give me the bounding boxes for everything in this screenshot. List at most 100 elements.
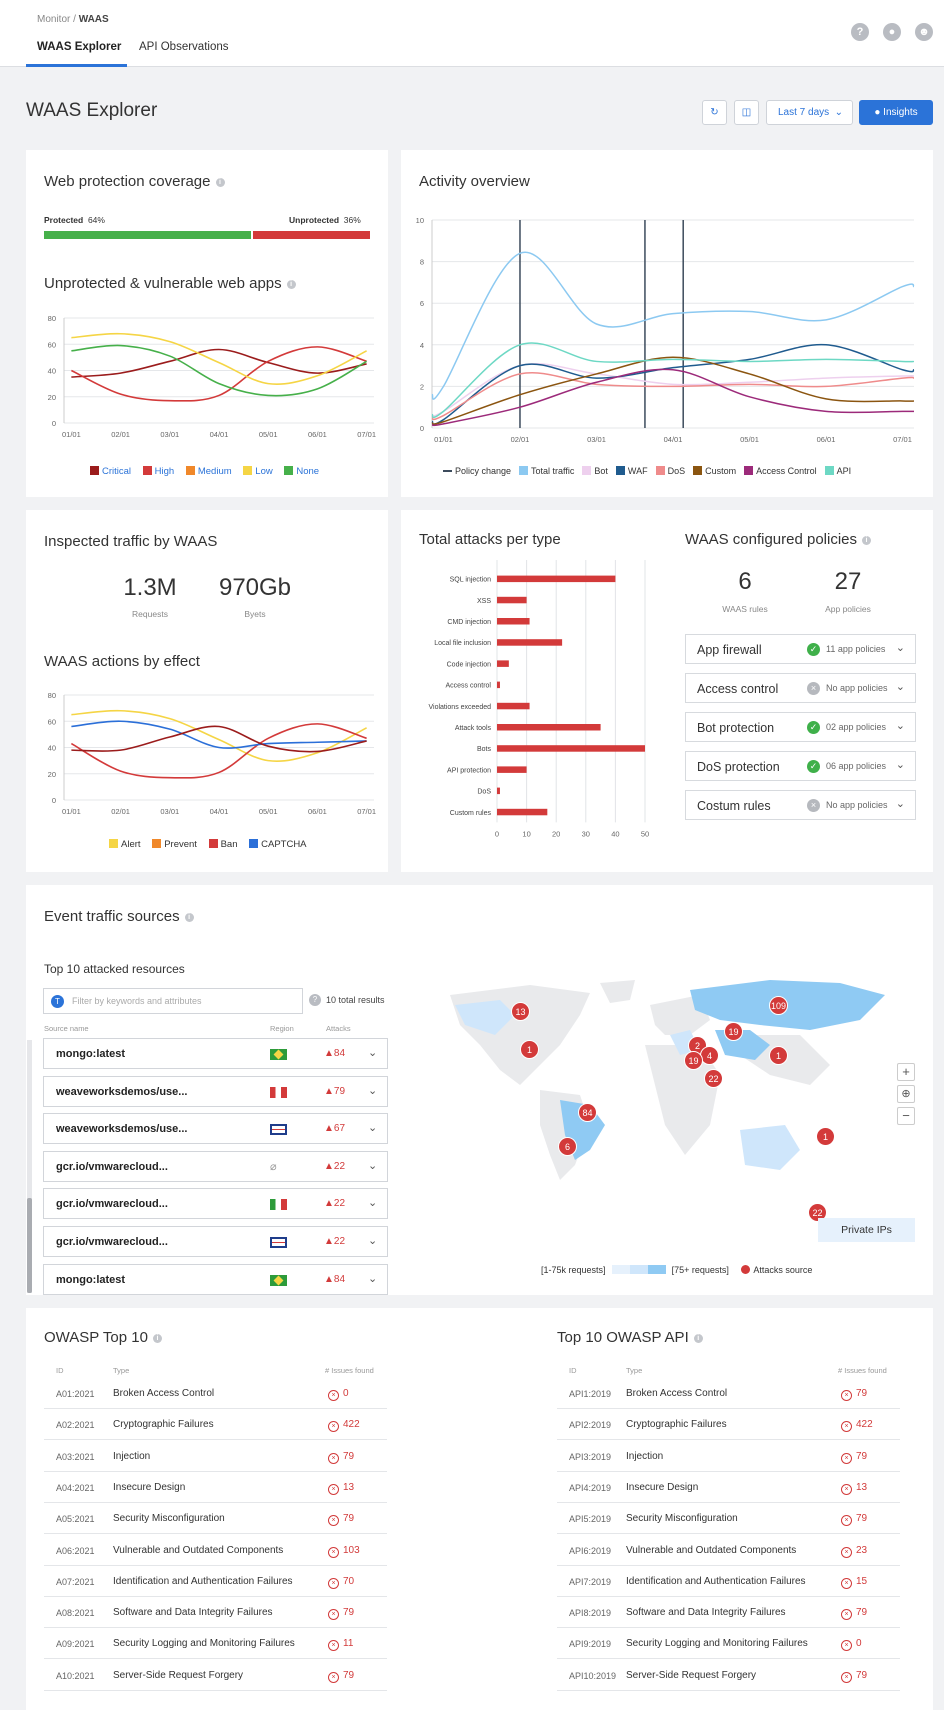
tab-waas-explorer[interactable]: WAAS Explorer [37,41,121,53]
chevron-down-icon[interactable]: ⌄ [896,680,905,693]
help-icon[interactable]: ? [851,23,869,41]
table-row[interactable]: A02:2021 Cryptographic Failures × 422 [44,1409,387,1441]
filter-input[interactable]: T Filter by keywords and attributes [43,988,303,1014]
row-id: API4:2019 [569,1482,612,1493]
table-row[interactable]: A03:2021 Injection × 79 [44,1441,387,1472]
table-row[interactable]: A09:2021 Security Logging and Monitoring … [44,1628,387,1660]
notification-icon[interactable]: ● [883,23,901,41]
resource-row[interactable]: gcr.io/vmwarecloud... ▲22 ⌄ [43,1188,388,1220]
info-icon[interactable]: i [693,1334,703,1343]
resource-row[interactable]: gcr.io/vmwarecloud... ⌀ ▲22 ⌄ [43,1150,388,1182]
policy-row[interactable]: DoS protection ✓ 06 app policies ⌄ [685,751,916,781]
bar[interactable] [497,702,530,710]
map-marker[interactable]: 84 [578,1103,597,1122]
table-row[interactable]: API10:2019 Server-Side Request Forgery × 79 [557,1660,900,1691]
bar[interactable] [497,596,527,604]
x-tick-label: 01/01 [62,430,81,439]
info-icon[interactable]: i [184,913,194,922]
chevron-down-icon[interactable]: ⌄ [896,719,905,732]
world-map[interactable] [440,975,900,1185]
chevron-down-icon[interactable]: ⌄ [368,1272,377,1285]
bar[interactable] [497,724,601,731]
map-marker[interactable]: 6 [558,1137,577,1156]
date-range-select[interactable]: Last 7 days ⌄ [766,100,853,125]
map-marker[interactable]: 109 [769,996,788,1015]
chevron-down-icon[interactable]: ⌄ [368,1121,377,1134]
table-row[interactable]: A06:2021 Vulnerable and Outdated Componen… [44,1535,387,1566]
chevron-down-icon[interactable]: ⌄ [368,1196,377,1209]
private-ips-box[interactable]: Private IPs [818,1218,915,1242]
tab-api-observations[interactable]: API Observations [139,41,228,53]
table-row[interactable]: A01:2021 Broken Access Control × 0 [44,1378,387,1409]
policy-row[interactable]: App firewall ✓ 11 app policies ⌄ [685,634,916,664]
chevron-down-icon[interactable]: ⌄ [896,641,905,654]
resource-row[interactable]: weaveworksdemos/use... ▲79 ⌄ [43,1075,388,1107]
map-marker[interactable]: 1 [816,1127,835,1146]
table-row[interactable]: API7:2019 Identification and Authenticati… [557,1566,900,1597]
insights-button[interactable]: ● Insights [859,100,933,125]
table-row[interactable]: A07:2021 Identification and Authenticatio… [44,1566,387,1597]
info-icon[interactable]: i [862,536,872,545]
map-marker[interactable]: 1 [520,1040,539,1059]
chevron-down-icon[interactable]: ⌄ [896,758,905,771]
breadcrumb-parent[interactable]: Monitor / [37,14,76,25]
scrollbar-track[interactable] [27,1040,32,1293]
table-row[interactable]: API9:2019 Security Logging and Monitoring… [557,1628,900,1660]
chevron-down-icon[interactable]: ⌄ [368,1046,377,1059]
bar[interactable] [497,681,500,689]
chevron-down-icon[interactable]: ⌄ [368,1084,377,1097]
issues-count: × 70 [328,1576,354,1589]
bytes-value: 970Gb [218,574,292,601]
resource-row[interactable]: mongo:latest ▲84 ⌄ [43,1038,388,1069]
policy-row[interactable]: Bot protection ✓ 02 app policies ⌄ [685,712,916,742]
table-row[interactable]: API2:2019 Cryptographic Failures × 422 [557,1409,900,1441]
policy-row[interactable]: Costum rules × No app policies ⌄ [685,790,916,820]
chevron-down-icon[interactable]: ⌄ [896,797,905,810]
bar[interactable] [497,766,527,773]
bar[interactable] [497,745,645,752]
resource-row[interactable]: mongo:latest ▲84 ⌄ [43,1263,388,1295]
info-icon[interactable]: i [215,178,225,187]
table-row[interactable]: A04:2021 Insecure Design × 13 [44,1472,387,1503]
info-icon[interactable]: i [152,1334,162,1343]
zoom-out-button[interactable]: − [897,1107,915,1125]
bar[interactable] [497,639,563,646]
table-row[interactable]: A10:2021 Server-Side Request Forgery × 79 [44,1660,387,1691]
map-marker[interactable]: 1 [769,1046,788,1065]
y-tick-label: 4 [420,341,424,350]
recenter-button[interactable]: ⊕ [897,1085,915,1103]
resource-row[interactable]: gcr.io/vmwarecloud... ▲22 ⌄ [43,1226,388,1257]
map-marker[interactable]: 13 [511,1002,530,1021]
info-icon[interactable]: i [286,280,296,289]
table-row[interactable]: API4:2019 Insecure Design × 13 [557,1472,900,1503]
warning-icon: ▲ [324,1160,334,1172]
resource-row[interactable]: weaveworksdemos/use... ▲67 ⌄ [43,1113,388,1145]
zoom-in-button[interactable]: + [897,1063,915,1081]
table-row[interactable]: API5:2019 Security Misconfiguration × 79 [557,1503,900,1535]
map-marker[interactable]: 19 [684,1051,703,1070]
table-row[interactable]: API1:2019 Broken Access Control × 79 [557,1378,900,1409]
bar[interactable] [497,660,509,667]
x-tick-label: 0 [495,829,499,838]
table-row[interactable]: A05:2021 Security Misconfiguration × 79 [44,1503,387,1535]
user-avatar-icon[interactable]: ☻ [915,23,933,41]
map-marker[interactable]: 19 [724,1022,743,1041]
row-type: Security Logging and Monitoring Failures [113,1638,295,1650]
map-marker[interactable]: 22 [704,1069,723,1088]
chevron-down-icon[interactable]: ⌄ [368,1234,377,1247]
bar[interactable] [497,787,500,795]
policies-title: WAAS configured policies i [685,531,872,548]
table-row[interactable]: API8:2019 Software and Data Integrity Fai… [557,1597,900,1629]
bar[interactable] [497,618,530,625]
table-row[interactable]: A08:2021 Software and Data Integrity Fail… [44,1597,387,1629]
bar[interactable] [497,808,548,816]
chevron-down-icon[interactable]: ⌄ [368,1159,377,1172]
table-row[interactable]: API3:2019 Injection × 79 [557,1441,900,1472]
policy-row[interactable]: Access control × No app policies ⌄ [685,673,916,703]
table-row[interactable]: API6:2019 Vulnerable and Outdated Compone… [557,1535,900,1566]
refresh-button[interactable]: ↻ [702,100,727,125]
scrollbar-thumb[interactable] [27,1198,32,1293]
help-icon[interactable]: ? [309,994,321,1006]
layout-button[interactable]: ◫ [734,100,759,125]
bar[interactable] [497,575,616,583]
